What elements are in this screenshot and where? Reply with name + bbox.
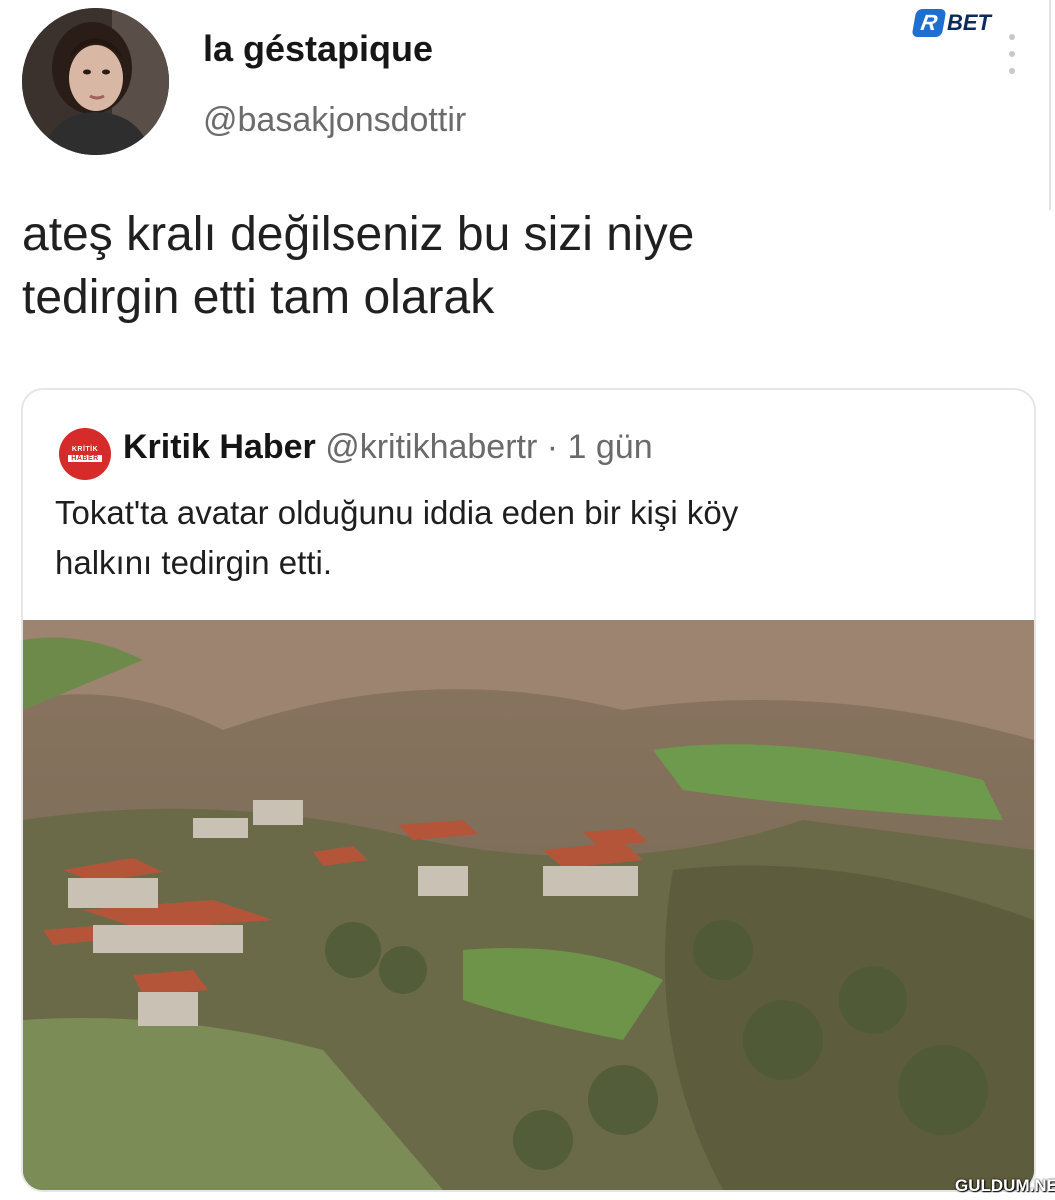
quoted-tweet-time[interactable]: 1 gün — [568, 428, 653, 466]
quoted-tweet-header: Kritik Haber @kritikhabertr · 1 gün — [123, 428, 653, 467]
tweet-text: ateş kralı değilseniz bu sizi niye tedir… — [22, 203, 1002, 329]
quoted-text-line: Tokat'ta avatar olduğunu iddia eden bir … — [55, 494, 739, 531]
quoted-tweet-text: Tokat'ta avatar olduğunu iddia eden bir … — [55, 488, 1015, 588]
profile-photo — [22, 8, 169, 155]
quoted-text-line: halkını tedirgin etti. — [55, 544, 332, 581]
quoted-author-name[interactable]: Kritik Haber — [123, 428, 316, 466]
photo-illustration — [23, 620, 1034, 1190]
tweet-text-line: tedirgin etti tam olarak — [22, 271, 495, 324]
separator-dot: · — [546, 428, 559, 466]
author-avatar[interactable] — [22, 8, 169, 155]
divider — [1049, 0, 1051, 210]
watermark: GULDUM.NET — [955, 1176, 1055, 1195]
vertical-ellipsis-icon[interactable] — [1004, 34, 1020, 74]
village-hillside-photo[interactable] — [23, 620, 1034, 1190]
quoted-tweet-card[interactable]: KRİTİK HABER Kritik Haber @kritikhabertr… — [21, 388, 1036, 1192]
quoted-avatar-line1: KRİTİK — [71, 446, 99, 453]
logo-mark-icon: R — [911, 9, 947, 37]
author-handle[interactable]: @basakjonsdottir — [203, 101, 466, 140]
quoted-author-avatar[interactable]: KRİTİK HABER — [59, 428, 111, 480]
logo-text: BET — [947, 10, 991, 35]
tweet-text-line: ateş kralı değilseniz bu sizi niye — [22, 208, 695, 261]
quoted-author-handle[interactable]: @kritikhabertr — [325, 428, 537, 466]
quoted-avatar-line2: HABER — [68, 455, 102, 462]
author-display-name[interactable]: la géstapique — [203, 28, 433, 70]
